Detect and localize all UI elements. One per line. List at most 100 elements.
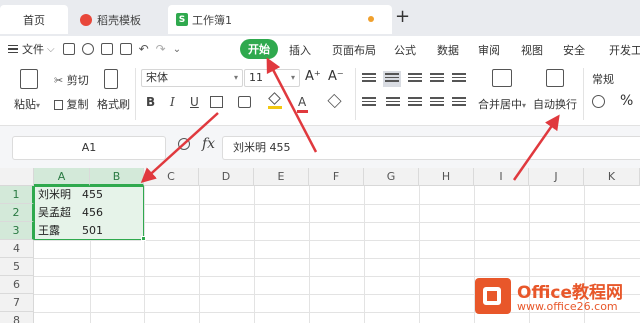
divider <box>583 68 584 120</box>
redo-icon[interactable]: ↷ <box>156 43 166 55</box>
cell-a1-value: 455 <box>82 188 103 201</box>
bold-button[interactable]: B <box>146 95 155 109</box>
column-header[interactable]: H <box>419 168 474 186</box>
unsaved-dot-icon <box>368 16 374 22</box>
merge-center-button[interactable]: 合并居中▾ <box>478 96 526 112</box>
row-header[interactable]: 8 <box>0 312 34 323</box>
row-header[interactable]: 3 <box>0 222 34 240</box>
formula-input[interactable]: 刘米明 455 <box>222 136 640 160</box>
copy-button[interactable]: 复制 <box>54 96 89 112</box>
align-left-icon[interactable] <box>362 97 376 109</box>
column-header[interactable]: D <box>199 168 254 186</box>
wrap-text-icon[interactable] <box>546 69 564 87</box>
print-icon[interactable] <box>100 43 113 55</box>
align-bottom-icon[interactable] <box>408 73 422 85</box>
column-header[interactable]: F <box>309 168 364 186</box>
paste-label: 粘贴 <box>14 98 36 111</box>
clear-format-icon[interactable] <box>327 93 342 109</box>
align-top-icon[interactable] <box>362 73 376 85</box>
align-middle-icon[interactable] <box>383 71 401 87</box>
column-header[interactable]: K <box>584 168 640 186</box>
select-all-corner[interactable] <box>0 168 34 186</box>
tab-insert[interactable]: 插入 <box>289 42 311 58</box>
tab-review[interactable]: 审阅 <box>478 42 500 58</box>
column-header[interactable]: A <box>34 168 90 186</box>
borders-icon[interactable] <box>210 96 223 108</box>
font-size-select[interactable]: 11 ▾ <box>244 69 300 87</box>
italic-button[interactable]: I <box>170 95 175 109</box>
paste-arrow-icon: ▾ <box>36 101 41 110</box>
number-format-select[interactable]: 常规 <box>592 71 614 87</box>
column-header[interactable]: E <box>254 168 309 186</box>
chevron-down-icon: ▾ <box>233 73 238 82</box>
column-header[interactable]: G <box>364 168 419 186</box>
file-menu[interactable]: 文件 ⌵ <box>8 41 55 57</box>
tab-home[interactable]: 首页 <box>0 5 68 34</box>
tab-formula[interactable]: 公式 <box>394 42 416 58</box>
search-icon[interactable] <box>178 138 190 150</box>
fx-icon[interactable]: fx <box>202 136 215 152</box>
row-header[interactable]: 4 <box>0 240 34 258</box>
spreadsheet-app: 首页 稻壳模板 S 工作簿1 + 文件 ⌵ ↶ ↷ ⌄ 开始 插入 页面布局 公… <box>0 0 640 323</box>
cut-button[interactable]: ✂ 剪切 <box>54 72 89 88</box>
row-header[interactable]: 7 <box>0 294 34 312</box>
grow-font-button[interactable]: A⁺ <box>305 69 321 84</box>
row-header[interactable]: 2 <box>0 204 34 222</box>
paste-button[interactable]: 粘贴▾ <box>14 96 40 112</box>
tab-view[interactable]: 视图 <box>521 42 543 58</box>
align-center-icon[interactable] <box>386 97 400 109</box>
undo-icon[interactable]: ↶ <box>139 43 149 55</box>
underline-button[interactable]: U <box>190 95 199 109</box>
column-header[interactable]: C <box>144 168 199 186</box>
ribbon: 粘贴▾ ✂ 剪切 复制 格式刷 宋体 ▾ 11 ▾ A⁺ A⁻ B I U A … <box>0 62 640 126</box>
name-box[interactable]: A1 <box>12 136 166 160</box>
fill-handle[interactable] <box>141 236 146 241</box>
merge-center-icon[interactable] <box>492 69 512 87</box>
tab-developer[interactable]: 开发工 <box>609 42 640 58</box>
more-quick-icon[interactable]: ⌄ <box>173 44 181 55</box>
watermark-url: www.office26.com <box>517 300 618 313</box>
tab-workbook-label: 工作簿1 <box>192 13 232 27</box>
wrap-text-button[interactable]: 自动换行 <box>533 96 577 112</box>
currency-icon[interactable] <box>592 95 605 108</box>
save-icon[interactable] <box>62 43 75 55</box>
tab-template[interactable]: 稻壳模板 <box>72 5 167 34</box>
tab-security[interactable]: 安全 <box>563 42 585 58</box>
tab-start[interactable]: 开始 <box>240 39 278 59</box>
cell-a1[interactable]: 刘米明 <box>38 186 71 204</box>
fill-color-icon[interactable] <box>268 92 282 109</box>
paste-icon[interactable] <box>20 69 38 89</box>
divider <box>135 68 136 120</box>
font-name-select[interactable]: 宋体 ▾ <box>141 69 243 87</box>
orientation-icon[interactable] <box>452 73 466 85</box>
watermark: Office教程网 www.office26.com <box>475 276 640 318</box>
tab-home-label: 首页 <box>23 13 45 27</box>
new-tab-button[interactable]: + <box>395 6 410 27</box>
column-header[interactable]: B <box>90 168 144 186</box>
chevron-down-icon: ⌵ <box>47 43 55 55</box>
column-header[interactable]: I <box>474 168 529 186</box>
tab-workbook[interactable]: S 工作簿1 <box>168 5 392 34</box>
indent-icon[interactable] <box>430 73 444 85</box>
merge-center-label: 合并居中 <box>478 98 522 111</box>
column-header[interactable]: J <box>529 168 584 186</box>
format-painter-icon[interactable] <box>104 69 118 89</box>
percent-button[interactable]: % <box>620 93 633 109</box>
export-pdf-icon[interactable] <box>81 43 94 55</box>
fill-pattern-icon[interactable] <box>238 96 251 108</box>
print-preview-icon[interactable] <box>119 43 132 55</box>
cell-a3[interactable]: 王露 <box>38 222 60 240</box>
shrink-font-button[interactable]: A⁻ <box>328 69 344 84</box>
align-right-icon[interactable] <box>408 97 422 109</box>
row-header[interactable]: 6 <box>0 276 34 294</box>
format-painter-label[interactable]: 格式刷 <box>97 96 130 112</box>
row-header[interactable]: 1 <box>0 186 34 204</box>
tab-page-layout[interactable]: 页面布局 <box>332 42 376 58</box>
font-size-value: 11 <box>249 71 263 84</box>
justify-icon[interactable] <box>430 97 444 109</box>
font-color-swatch <box>297 110 308 113</box>
row-header[interactable]: 5 <box>0 258 34 276</box>
tab-data[interactable]: 数据 <box>437 42 459 58</box>
cell-a2[interactable]: 吴孟超 <box>38 204 71 222</box>
distributed-icon[interactable] <box>452 97 466 109</box>
